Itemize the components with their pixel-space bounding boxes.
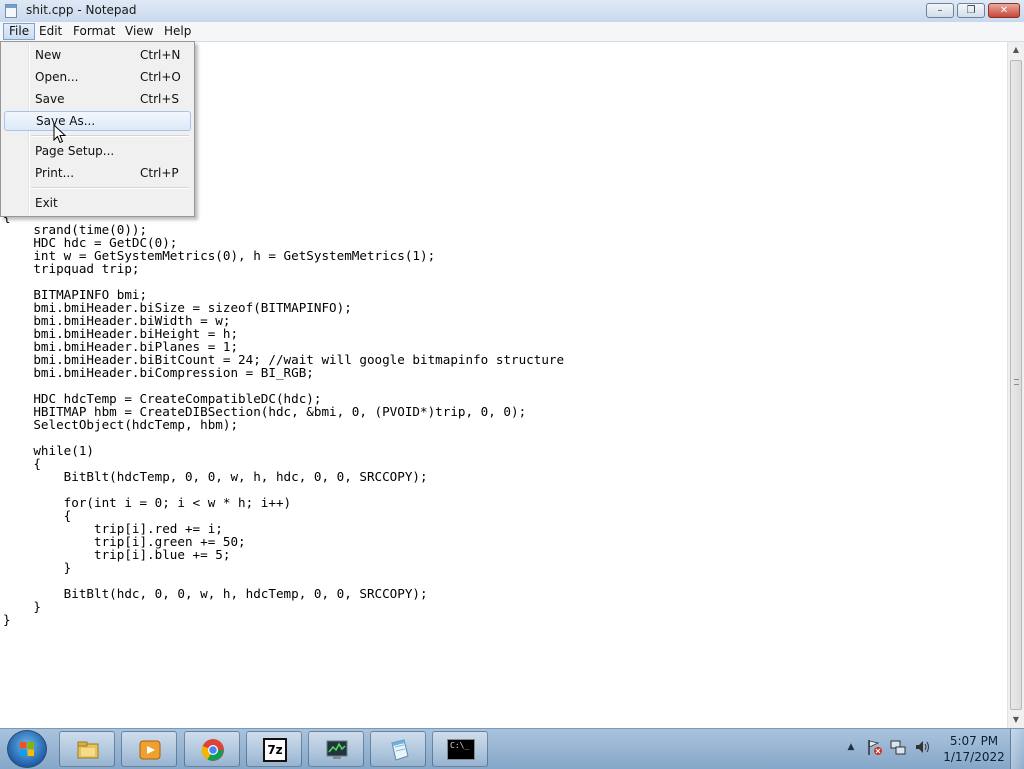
- code-line[interactable]: SelectObject(hdcTemp, hbm);: [3, 418, 564, 431]
- taskbar: 7z C:\_ ▲ 5:07 PM 1/17/2022: [0, 728, 1024, 769]
- menu-format[interactable]: Format: [68, 23, 120, 40]
- taskbar-task-manager-button[interactable]: [308, 731, 364, 767]
- menu-item-shortcut: Ctrl+O: [140, 70, 181, 84]
- menu-item-save-as[interactable]: Save As...: [4, 111, 191, 131]
- code-line[interactable]: while(1): [3, 444, 564, 457]
- menu-item-label: Print...: [35, 166, 75, 180]
- start-button[interactable]: [7, 730, 47, 768]
- code-line[interactable]: }: [3, 600, 564, 613]
- code-line[interactable]: BitBlt(hdcTemp, 0, 0, w, h, hdc, 0, 0, S…: [3, 470, 564, 483]
- menu-item-page-setup[interactable]: Page Setup...: [4, 141, 191, 161]
- menu-item-exit[interactable]: Exit: [4, 193, 191, 213]
- show-desktop-button[interactable]: [1010, 729, 1024, 769]
- menu-item-label: New: [35, 48, 62, 62]
- maximize-button[interactable]: ❐: [957, 3, 985, 18]
- menu-item-label: Page Setup...: [35, 144, 115, 158]
- clock-date: 1/17/2022: [943, 750, 1005, 764]
- taskbar-media-player-button[interactable]: [121, 731, 177, 767]
- window-title: shit.cpp - Notepad: [26, 3, 137, 17]
- notepad-app-icon[interactable]: [5, 4, 17, 18]
- code-line[interactable]: tripquad trip;: [3, 262, 564, 275]
- taskbar-7zip-button[interactable]: 7z: [246, 731, 302, 767]
- menu-help[interactable]: Help: [159, 23, 196, 40]
- menu-bar: File Edit Format View Help: [0, 22, 1024, 42]
- scroll-down-arrow-icon[interactable]: ▼: [1008, 712, 1024, 728]
- title-bar: shit.cpp - Notepad – ❐ ✕: [0, 0, 1024, 23]
- show-hidden-icons-arrow-icon[interactable]: ▲: [842, 737, 860, 757]
- menu-item-save[interactable]: Save Ctrl+S: [4, 89, 191, 109]
- code-line[interactable]: BitBlt(hdc, 0, 0, w, h, hdcTemp, 0, 0, S…: [3, 587, 564, 600]
- media-player-icon: [139, 740, 161, 760]
- menu-item-open[interactable]: Open... Ctrl+O: [4, 67, 191, 87]
- menu-item-shortcut: Ctrl+S: [140, 92, 180, 106]
- menu-item-label: Open...: [35, 70, 79, 84]
- task-manager-icon: [326, 740, 348, 759]
- code-line[interactable]: }: [3, 613, 564, 626]
- code-line[interactable]: }: [3, 561, 564, 574]
- taskbar-cmd-button[interactable]: C:\_: [432, 731, 488, 767]
- minimize-button[interactable]: –: [926, 3, 954, 18]
- menu-view[interactable]: View: [120, 23, 158, 40]
- vertical-scrollbar[interactable]: ▲ ▼: [1007, 42, 1024, 728]
- chrome-icon: [201, 739, 224, 761]
- menu-separator: [31, 187, 189, 189]
- menu-item-label: Exit: [35, 196, 58, 210]
- menu-item-print[interactable]: Print... Ctrl+P: [4, 163, 191, 183]
- menu-edit[interactable]: Edit: [34, 23, 67, 40]
- volume-icon[interactable]: [913, 737, 931, 757]
- taskbar-explorer-button[interactable]: [59, 731, 115, 767]
- action-center-flag-icon[interactable]: [865, 737, 883, 757]
- file-menu-dropdown: New Ctrl+N Open... Ctrl+O Save Ctrl+S Sa…: [0, 41, 195, 217]
- 7zip-icon: 7z: [263, 738, 287, 762]
- menu-item-shortcut: Ctrl+N: [140, 48, 181, 62]
- menu-item-label: Save: [35, 92, 65, 106]
- taskbar-notepad-button[interactable]: [370, 731, 426, 767]
- notepad-icon: [391, 739, 409, 761]
- grip-icon: [1014, 379, 1019, 385]
- taskbar-chrome-button[interactable]: [184, 731, 240, 767]
- menu-file[interactable]: File: [3, 23, 36, 40]
- code-line[interactable]: for(int i = 0; i < w * h; i++): [3, 496, 564, 509]
- windows-logo-icon: [20, 742, 34, 756]
- cmd-icon: C:\_: [447, 739, 475, 760]
- system-clock[interactable]: 5:07 PM 1/17/2022: [942, 733, 1006, 765]
- menu-item-new[interactable]: New Ctrl+N: [4, 45, 191, 65]
- code-line[interactable]: trip[i].blue += 5;: [3, 548, 564, 561]
- mouse-cursor-icon: [53, 124, 67, 144]
- 7zip-icon-label: 7z: [267, 743, 283, 757]
- windows-explorer-icon: [77, 741, 99, 759]
- scroll-up-arrow-icon[interactable]: ▲: [1008, 42, 1024, 58]
- clock-time: 5:07 PM: [949, 734, 999, 748]
- close-button[interactable]: ✕: [988, 3, 1020, 18]
- network-icon[interactable]: [889, 737, 907, 757]
- menu-item-shortcut: Ctrl+P: [140, 166, 179, 180]
- code-line[interactable]: bmi.bmiHeader.biCompression = BI_RGB;: [3, 366, 564, 379]
- cmd-icon-label: C:\_: [450, 741, 470, 750]
- scrollbar-thumb[interactable]: [1010, 60, 1022, 710]
